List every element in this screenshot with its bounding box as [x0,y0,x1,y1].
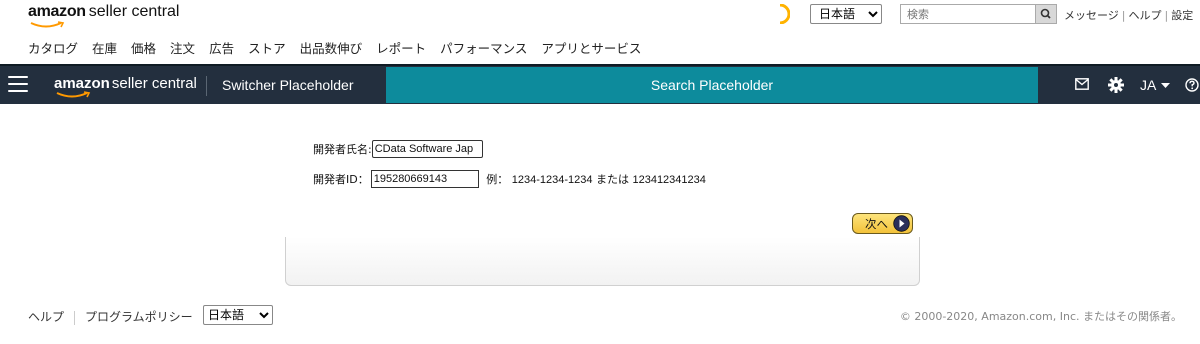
help-icon[interactable] [1185,78,1199,92]
nav-item-catalog[interactable]: カタログ [28,41,78,56]
footer: ヘルプ プログラムポリシー 日本語 © 2000-2020, Amazon.com… [0,290,1200,344]
nav-item-stores[interactable]: ストア [248,41,286,56]
nav-item-inventory[interactable]: 在庫 [92,41,117,56]
help-link[interactable]: ヘルプ [1129,9,1162,22]
footer-language-select[interactable]: 日本語 [203,305,273,325]
nav-item-apps-services[interactable]: アプリとサービス [541,41,641,56]
category-nav: カタログ 在庫 価格 注文 広告 ストア 出品数伸び レポート パフォーマンス アプリとサービス [28,38,655,56]
header-logo[interactable]: amazon seller central [54,75,197,98]
gear-icon[interactable] [1108,77,1124,93]
link-separator: | [1164,9,1169,22]
nav-item-pricing[interactable]: 価格 [131,41,156,56]
developer-id-label: 開発者ID： [313,173,369,186]
logo-seller-central-text: seller central [88,3,180,20]
hamburger-menu-icon[interactable] [8,76,28,92]
header-search[interactable]: Search Placeholder [386,67,1038,103]
arrow-right-icon [893,215,910,232]
search-input[interactable] [900,4,1036,24]
search-icon [1040,8,1051,19]
nav-item-growth[interactable]: 出品数伸び [300,41,363,56]
mail-icon[interactable] [1075,78,1089,90]
developer-name-field[interactable]: CData Software Jap [371,140,483,158]
logo-amazon-text: amazon [28,3,86,20]
copyright-text: © 2000-2020, Amazon.com, Inc. またはその関係者。 [899,310,1182,323]
language-menu-label: JA [1140,77,1156,93]
next-button-label: 次へ [865,217,888,231]
top-bar: amazonseller central 日本語 メッセージ|ヘルプ|設定 [0,0,1200,32]
developer-name-row: 開発者氏名: CData Software Jap [313,140,483,158]
form-panel-bottom [285,237,920,286]
example-format-2: 123412341234 [632,174,706,186]
main-header: amazon seller central Switcher Placeholde… [0,64,1200,104]
link-separator: | [1121,9,1126,22]
amazon-smile-icon [56,91,91,98]
developer-id-example: 例： 1234-1234-1234 または 123412341234 [486,171,706,187]
messages-link[interactable]: メッセージ [1064,9,1119,22]
nav-item-performance[interactable]: パフォーマンス [440,41,527,56]
account-switcher[interactable]: Switcher Placeholder [222,77,354,93]
developer-id-field[interactable]: 195280669143 [370,170,479,188]
amazon-smile-icon [30,21,65,28]
nav-item-advertising[interactable]: 広告 [209,41,234,56]
header-logo-seller-central-text: seller central [111,75,197,92]
seller-central-logo[interactable]: amazon seller central [28,3,180,28]
developer-name-label: 開発者氏名: [313,143,372,156]
footer-links: ヘルプ プログラムポリシー [28,308,193,325]
example-prefix: 例： [486,173,509,186]
search-button[interactable] [1035,4,1057,24]
example-or: または [595,173,629,186]
nav-item-orders[interactable]: 注文 [170,41,195,56]
footer-policy-link[interactable]: プログラムポリシー [85,310,193,324]
caret-down-icon [1161,83,1171,89]
top-links: メッセージ | ヘルプ | 設定 [1064,7,1193,23]
loading-spinner-icon [779,4,790,24]
footer-divider [74,310,76,325]
language-menu[interactable]: JA [1140,77,1171,93]
nav-item-reports[interactable]: レポート [376,41,426,56]
settings-link[interactable]: 設定 [1171,9,1193,22]
developer-id-row: 開発者ID： 195280669143 例： 1234-1234-1234 または… [313,170,706,188]
footer-help-link[interactable]: ヘルプ [28,310,64,324]
example-format-1: 1234-1234-1234 [511,174,593,186]
next-button[interactable]: 次へ [852,213,913,234]
header-divider [206,76,207,96]
header-logo-amazon-text: amazon [54,75,110,92]
language-select[interactable]: 日本語 [810,4,882,24]
